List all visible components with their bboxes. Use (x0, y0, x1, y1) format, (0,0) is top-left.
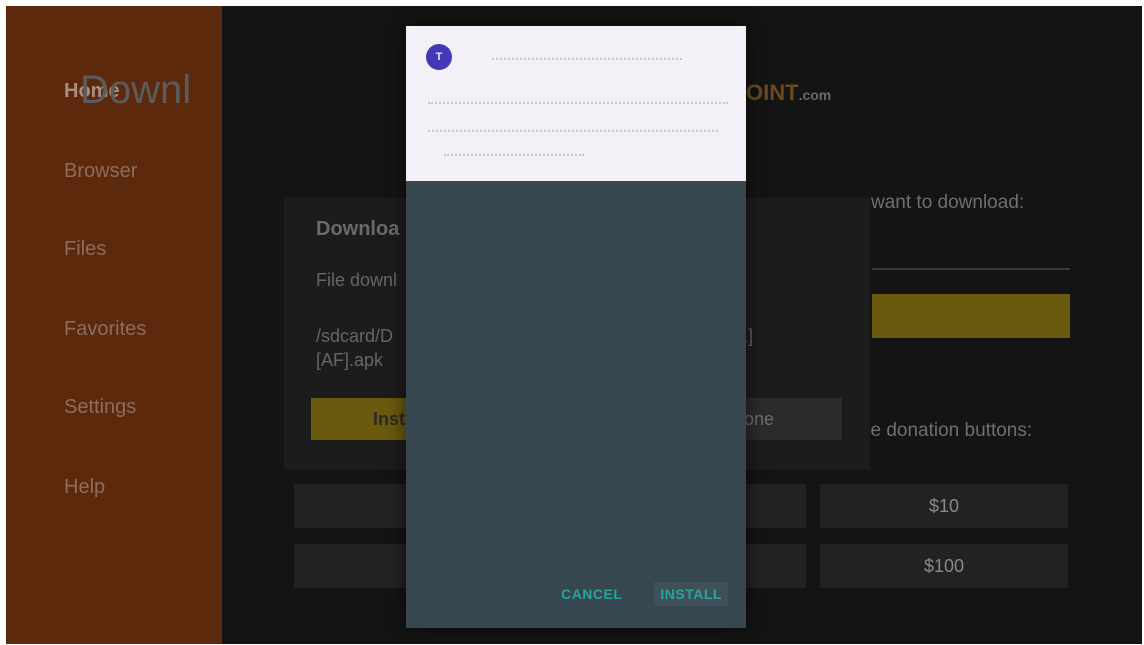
screen-frame: Home Browser Files Favorites Settings He… (6, 6, 1142, 644)
package-installer-dialog: T CANCEL INSTALL (406, 26, 746, 628)
brand-logo-main: OINT (746, 80, 799, 105)
cancel-button[interactable]: CANCEL (555, 582, 628, 606)
sidebar-item-favorites[interactable]: Favorites (64, 318, 146, 341)
sidebar-item-settings[interactable]: Settings (64, 396, 136, 419)
sidebar-item-help[interactable]: Help (64, 476, 105, 499)
sidebar-item-files[interactable]: Files (64, 238, 106, 261)
dialog-install-button[interactable]: Insta (311, 398, 421, 440)
donate-10-button[interactable]: $10 (820, 484, 1068, 528)
donate-100-button[interactable]: $100 (820, 544, 1068, 588)
dialog-message: File downl (316, 270, 398, 290)
dialog-done-button[interactable]: one (738, 398, 842, 440)
brand-logo-suffix: .com (798, 87, 832, 103)
go-button[interactable] (872, 294, 1070, 338)
donation-hint-text: se donation buttons: (861, 420, 1033, 441)
page-title: Downl (80, 68, 192, 112)
brand-logo: OINT.com (746, 80, 831, 106)
dialog-title: Downloa (316, 218, 400, 240)
dialog-file-path: /sdcard/D (316, 326, 394, 346)
url-hint-text: want to download: (871, 192, 1025, 213)
installer-actions: CANCEL INSTALL (555, 582, 728, 606)
blurred-app-name (492, 58, 682, 60)
url-input[interactable] (872, 268, 1070, 270)
sidebar-item-browser[interactable]: Browser (64, 160, 137, 183)
install-button[interactable]: INSTALL (654, 582, 728, 606)
blurred-text-line (428, 102, 728, 104)
dialog-file-name: [AF].apk (316, 350, 384, 370)
blurred-text-line (428, 130, 718, 132)
blurred-text-line (444, 154, 584, 156)
installer-header: T (406, 26, 746, 181)
app-icon: T (426, 44, 452, 70)
